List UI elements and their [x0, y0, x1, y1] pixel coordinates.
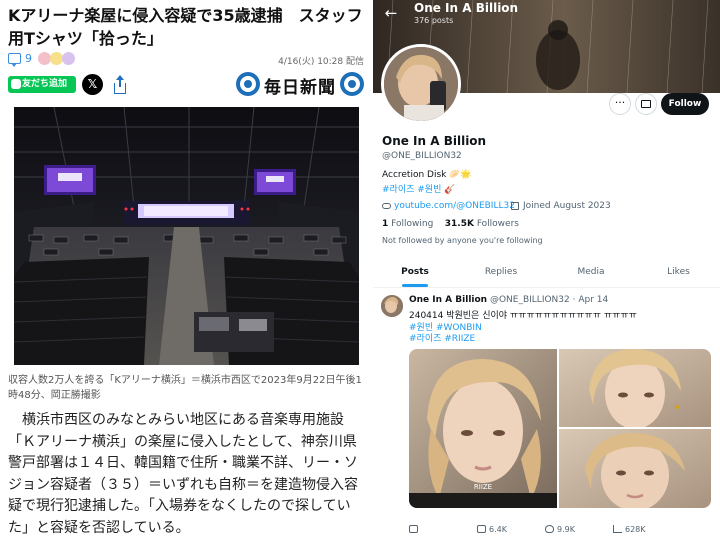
profile-follow-stats: 1 Following 31.5K Followers — [382, 219, 519, 229]
photo-brand-text: RIIZE — [474, 483, 492, 491]
profile-handle: @ONE_BILLION32 — [382, 151, 462, 161]
follow-button[interactable]: Follow — [661, 93, 709, 115]
avatar-image — [384, 47, 458, 121]
tweet-action-bar: 6.4K 9.9K 628K — [409, 525, 711, 539]
following-count: 1 — [382, 219, 389, 229]
views-button[interactable]: 628K — [613, 525, 646, 534]
reply-button[interactable] — [409, 525, 421, 534]
following-link[interactable]: 1 Following — [382, 219, 433, 229]
comment-icon[interactable] — [8, 53, 21, 67]
publisher-name: 毎日新聞 — [264, 78, 336, 98]
article-date: 4/16(火) 10:28 配信 — [278, 57, 364, 67]
back-arrow-icon[interactable]: ← — [382, 4, 400, 22]
calendar-icon — [511, 202, 519, 210]
message-button[interactable] — [635, 93, 657, 115]
tab-likes[interactable]: Likes — [637, 258, 720, 287]
following-label: Following — [391, 219, 434, 229]
tweet-avatar-image — [381, 295, 403, 317]
profile-top-bar: ← One In A Billion 376 posts — [373, 0, 720, 30]
tweet-author-name[interactable]: One In A Billion — [409, 295, 487, 305]
x-share-button[interactable]: 𝕏 — [82, 74, 103, 95]
tweet-avatar[interactable] — [381, 295, 403, 317]
profile-bio-hashtags[interactable]: #라이즈 #원빈 🎸 — [382, 182, 455, 195]
heart-icon — [545, 525, 554, 533]
followers-count: 31.5K — [444, 219, 474, 229]
line-add-friend-label: 友だち追加 — [22, 79, 68, 89]
followers-link[interactable]: 31.5K Followers — [445, 219, 519, 229]
publisher-logo[interactable]: 毎日新聞 — [236, 72, 366, 98]
retweet-count: 6.4K — [489, 525, 507, 534]
retweet-button[interactable]: 6.4K — [477, 525, 507, 534]
x-profile-panel: ← One In A Billion 376 posts ··· Follow … — [373, 0, 720, 545]
article-meta-row: 9 4/16(火) 10:28 配信 — [8, 52, 366, 68]
line-add-friend-button[interactable]: 友だち追加 — [8, 76, 76, 93]
top-profile-name: One In A Billion — [414, 1, 519, 15]
views-icon — [613, 525, 622, 533]
mainichi-logo-icon — [340, 72, 364, 96]
reaction-icon[interactable] — [62, 52, 75, 65]
tweet-meta: @ONE_BILLION32 · Apr 14 — [489, 295, 609, 305]
article-body: 横浜市西区のみなとみらい地区にある音楽専用施設「Ｋアリーナ横浜」の楽屋に侵入した… — [8, 412, 358, 536]
not-followed-note: Not followed by anyone you're following — [382, 236, 543, 245]
tweet-header: One In A Billion @ONE_BILLION32 · Apr 14 — [409, 295, 608, 305]
arena-interior-image — [14, 107, 359, 365]
share-icon[interactable] — [112, 75, 128, 95]
tweet[interactable]: One In A Billion @ONE_BILLION32 · Apr 14… — [373, 288, 720, 545]
link-icon — [382, 203, 391, 209]
tab-media[interactable]: Media — [545, 258, 637, 287]
like-count: 9.9K — [557, 525, 575, 534]
news-article-panel: Kアリーナ楽屋に侵入容疑で35歳逮捕 スタッフ用Tシャツ「拾った」 9 4/16… — [0, 0, 370, 545]
profile-link[interactable]: youtube.com/@ONEBILL32 — [394, 201, 515, 211]
profile-tabs: Posts Replies Media Likes — [373, 258, 720, 288]
tweet-media-grid[interactable]: RIIZE — [409, 349, 711, 508]
envelope-icon — [641, 100, 651, 108]
comment-count[interactable]: 9 — [25, 52, 32, 65]
profile-joined-date: Joined August 2023 — [523, 201, 611, 211]
tab-posts[interactable]: Posts — [373, 258, 457, 287]
article-headline: Kアリーナ楽屋に侵入容疑で35歳逮捕 スタッフ用Tシャツ「拾った」 — [8, 6, 363, 48]
reply-icon — [409, 525, 418, 533]
active-tab-indicator — [402, 284, 428, 287]
line-icon — [11, 79, 21, 89]
like-button[interactable]: 9.9K — [545, 525, 575, 534]
photo-caption: 収容人数2万人を誇る「Kアリーナ横浜」＝横浜市西区で2023年9月22日午後1時… — [8, 375, 362, 401]
more-options-button[interactable]: ··· — [609, 93, 631, 115]
screenshot-composite: Kアリーナ楽屋に侵入容疑で35歳逮捕 スタッフ用Tシャツ「拾った」 9 4/16… — [0, 0, 720, 545]
tab-replies[interactable]: Replies — [457, 258, 545, 287]
profile-name: One In A Billion — [382, 134, 487, 148]
tweet-photos: RIIZE — [409, 349, 711, 508]
profile-bio-line1: Accretion Disk 🥟🌟 — [382, 170, 472, 180]
tweet-hashtags-2[interactable]: #라이즈 #RIIZE — [409, 331, 475, 344]
top-post-count: 376 posts — [414, 16, 454, 25]
profile-avatar[interactable] — [381, 44, 461, 124]
arena-photo — [14, 107, 359, 365]
mainichi-logo-icon — [236, 72, 260, 96]
followers-label: Followers — [476, 219, 519, 229]
retweet-icon — [477, 525, 486, 533]
view-count: 628K — [625, 525, 646, 534]
